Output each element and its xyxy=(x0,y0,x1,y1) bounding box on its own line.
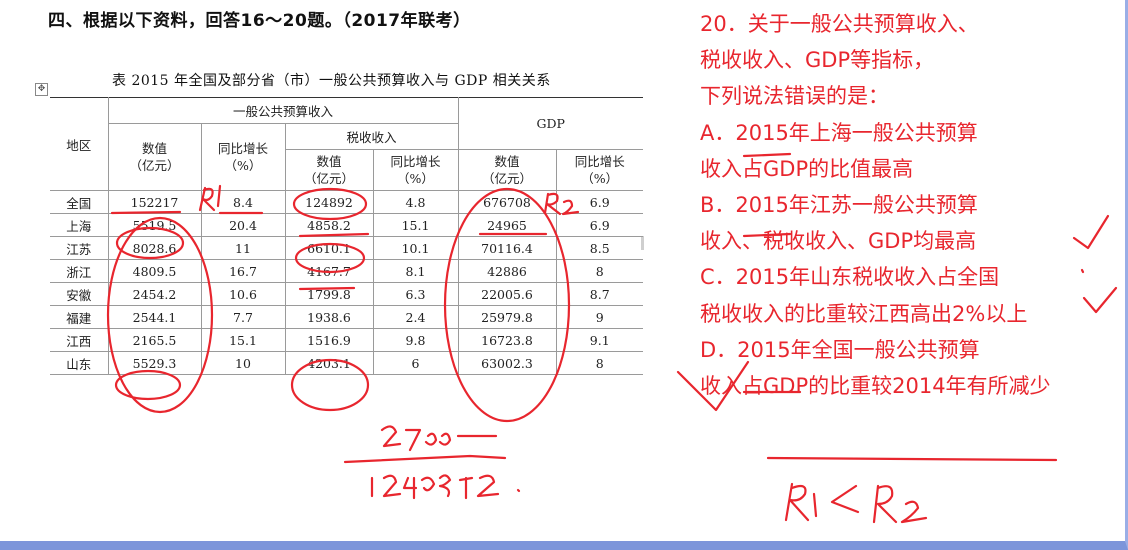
header-gdp-value: 数值 （亿元） xyxy=(457,149,557,191)
table-row: 江苏 8028.6 11 6610.1 10.1 70116.4 8.5 xyxy=(50,236,643,260)
cell-gdp: 42886 xyxy=(457,259,557,283)
cell-tax: 1938.6 xyxy=(284,305,374,329)
cell-tax: 4167.7 xyxy=(284,259,374,283)
option-b-line: 收入、税收收入、GDP均最高 xyxy=(700,229,977,254)
table-row: 山东 5529.3 10 4203.1 6 63002.3 8 xyxy=(50,351,643,375)
cell-tax: 6610.1 xyxy=(284,236,374,260)
option-d-line: D．2015年全国一般公共预算 xyxy=(700,337,980,362)
header-budget-value: 数值 （亿元） xyxy=(108,123,202,191)
table-row: 上海 5519.5 20.4 4858.2 15.1 24965 6.9 xyxy=(50,213,643,237)
option-a-line: 收入占GDP的比值最高 xyxy=(700,156,914,181)
cell-budget: 2454.2 xyxy=(107,282,202,306)
cell-budget: 152217 xyxy=(107,190,202,214)
option-c-line: C．2015年山东税收收入占全国 xyxy=(700,265,1000,290)
cell-budget-growth: 15.1 xyxy=(200,328,286,352)
cell-tax-growth: 4.8 xyxy=(372,190,459,214)
cell-region: 江西 xyxy=(50,328,109,352)
cell-budget: 8028.6 xyxy=(107,236,202,260)
cell-budget: 2165.5 xyxy=(107,328,202,352)
cell-gdp-growth: 8 xyxy=(555,351,643,375)
question-line: 税收收入、GDP等指标， xyxy=(700,48,935,73)
cell-budget-growth: 7.7 xyxy=(200,305,286,329)
option-a-line: A．2015年上海一般公共预算 xyxy=(700,120,978,145)
cell-gdp-growth: 8.5 xyxy=(555,236,643,260)
cell-budget-growth: 10 xyxy=(200,351,286,375)
table-row: 浙江 4809.5 16.7 4167.7 8.1 42886 8 xyxy=(50,259,643,283)
cell-budget: 5529.3 xyxy=(107,351,202,375)
table-row: 江西 2165.5 15.1 1516.9 9.8 16723.8 9.1 xyxy=(50,328,643,352)
cell-budget-growth: 11 xyxy=(200,236,286,260)
cell-gdp: 70116.4 xyxy=(457,236,557,260)
cell-region: 浙江 xyxy=(50,259,109,283)
cell-tax-growth: 6 xyxy=(372,351,459,375)
cell-tax: 124892 xyxy=(284,190,374,214)
option-c-line: 税收收入的比重较江西高出2%以上 xyxy=(700,301,1028,326)
table-row: 全国 152217 8.4 124892 4.8 676708 6.9 xyxy=(50,190,643,214)
table-row: 安徽 2454.2 10.6 1799.8 6.3 22005.6 8.7 xyxy=(50,282,643,306)
cell-gdp-growth: 8 xyxy=(555,259,643,283)
cell-budget-growth: 8.4 xyxy=(200,190,286,214)
header-region: 地区 xyxy=(50,97,109,191)
question-text: 20．关于一般公共预算收入、 税收收入、GDP等指标， 下列说法错误的是： A．… xyxy=(700,6,1051,404)
header-tax-group: 税收收入 xyxy=(284,123,458,150)
cell-tax-growth: 10.1 xyxy=(372,236,459,260)
question-line: 20．关于一般公共预算收入、 xyxy=(700,12,979,36)
cell-gdp-growth: 6.9 xyxy=(555,213,643,237)
cell-tax: 1799.8 xyxy=(284,282,374,306)
header-budget-group: 一般公共预算收入 xyxy=(107,97,459,124)
table-caption: 表 2015 年全国及部分省（市）一般公共预算收入与 GDP 相关关系 xyxy=(112,73,551,89)
header-gdp-group: GDP xyxy=(457,97,643,150)
cell-region: 安徽 xyxy=(50,282,109,306)
cell-tax-growth: 6.3 xyxy=(372,282,459,306)
cell-budget: 2544.1 xyxy=(107,305,202,329)
cell-budget-growth: 10.6 xyxy=(200,282,286,306)
table-move-handle-icon[interactable]: ✥ xyxy=(35,83,48,96)
cell-gdp-growth: 9.1 xyxy=(555,328,643,352)
cell-tax: 4203.1 xyxy=(284,351,374,375)
question-line: 下列说法错误的是： xyxy=(700,84,889,109)
cell-gdp-growth: 8.7 xyxy=(555,282,643,306)
cell-gdp: 24965 xyxy=(457,213,557,237)
cell-budget: 4809.5 xyxy=(107,259,202,283)
cell-tax-growth: 8.1 xyxy=(372,259,459,283)
cell-region: 福建 xyxy=(50,305,109,329)
cell-tax-growth: 2.4 xyxy=(372,305,459,329)
cell-tax-growth: 15.1 xyxy=(372,213,459,237)
option-b-line: B．2015年江苏一般公共预算 xyxy=(700,193,978,218)
cell-region: 山东 xyxy=(50,351,109,375)
cell-gdp: 22005.6 xyxy=(457,282,557,306)
section-heading: 四、根据以下资料，回答16～20题。（2017年联考） xyxy=(48,11,471,31)
cell-gdp: 63002.3 xyxy=(457,351,557,375)
cell-region: 上海 xyxy=(50,213,109,237)
cell-tax: 1516.9 xyxy=(284,328,374,352)
cell-gdp: 25979.8 xyxy=(457,305,557,329)
header-gdp-growth: 同比增长 （%） xyxy=(555,149,643,191)
header-budget-growth: 同比增长 （%） xyxy=(200,123,286,191)
data-table: 地区 一般公共预算收入 GDP 数值 （亿元） 同比增长 （%） 税收收入 数值 （亿… xyxy=(50,97,643,375)
cell-gdp-growth: 9 xyxy=(555,305,643,329)
option-d-line: 收入占GDP的比重较2014年有所减少 xyxy=(700,374,1051,399)
cell-budget: 5519.5 xyxy=(107,213,202,237)
header-tax-value: 数值 （亿元） xyxy=(285,149,374,191)
cell-tax: 4858.2 xyxy=(284,213,374,237)
header-tax-growth: 同比增长 （%） xyxy=(372,149,459,191)
cell-region: 江苏 xyxy=(50,236,109,260)
cell-budget-growth: 16.7 xyxy=(200,259,286,283)
cell-tax-growth: 9.8 xyxy=(372,328,459,352)
cell-gdp-growth: 6.9 xyxy=(555,190,643,214)
cell-region: 全国 xyxy=(50,190,109,214)
cell-gdp: 676708 xyxy=(457,190,557,214)
cell-gdp: 16723.8 xyxy=(457,328,557,352)
table-row: 福建 2544.1 7.7 1938.6 2.4 25979.8 9 xyxy=(50,305,643,329)
cell-budget-growth: 20.4 xyxy=(200,213,286,237)
